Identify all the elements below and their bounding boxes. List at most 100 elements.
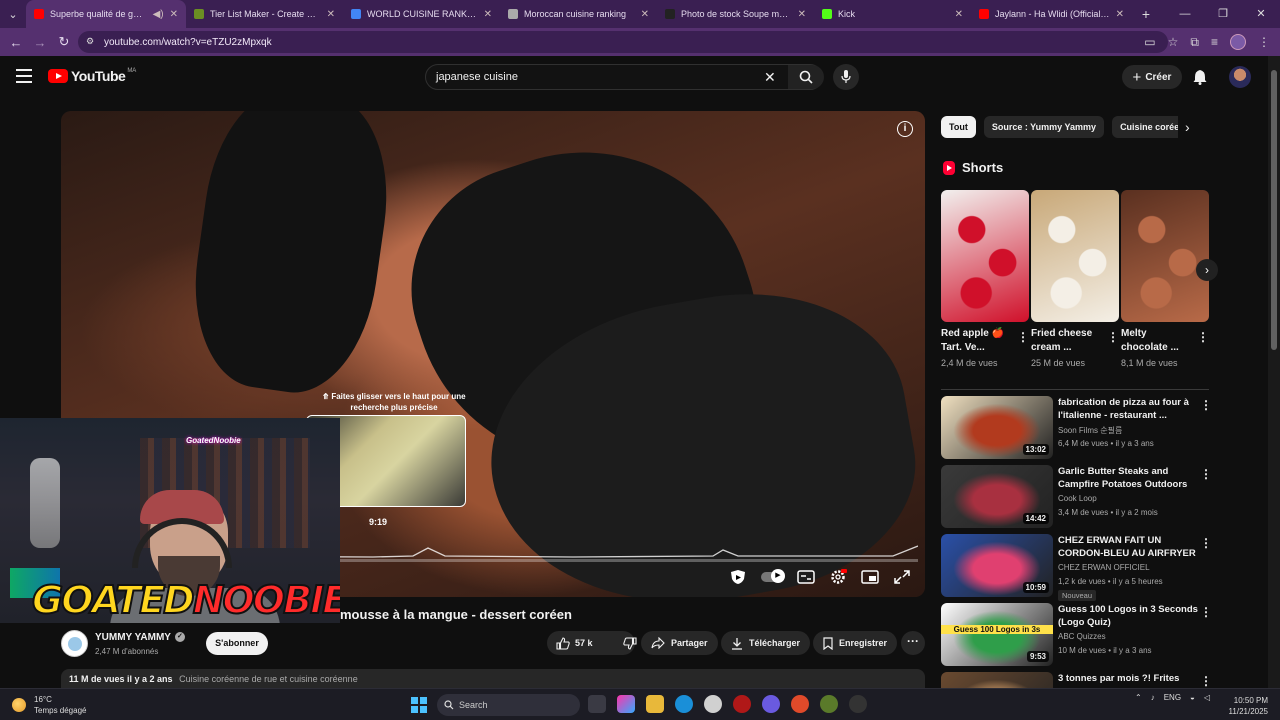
recommended-video[interactable]: 10:59 CHEZ ERWAN FAIT UN CORDON-BLEU AU A…	[941, 534, 1216, 601]
page-scrollbar[interactable]	[1268, 56, 1280, 688]
red-app-icon[interactable]	[733, 695, 751, 713]
browser-menu-icon[interactable]: ⋮	[1258, 35, 1270, 49]
volume-icon[interactable]: ◁	[1204, 693, 1210, 702]
restore-icon[interactable]: ❐	[1204, 0, 1242, 28]
mic-tray-icon[interactable]: ♪	[1151, 693, 1155, 702]
site-info-icon[interactable]: ⚙	[86, 36, 98, 48]
xbox-icon[interactable]	[820, 695, 838, 713]
chips-next-chevron-icon[interactable]: ›	[1185, 119, 1190, 135]
browser-tab[interactable]: Tier List Maker - Create a Tier L ✕	[186, 0, 343, 28]
account-avatar[interactable]	[1229, 66, 1251, 88]
tray-chevron-icon[interactable]: ⌃	[1135, 693, 1142, 702]
video-thumbnail[interactable]: 13:02	[941, 396, 1053, 459]
short-menu-icon[interactable]: ⋮	[1197, 330, 1209, 344]
video-title[interactable]: 3 tonnes par mois ?! Frites	[1058, 672, 1200, 685]
browser-tab[interactable]: WORLD CUISINE RANK - Reche ✕	[343, 0, 500, 28]
tab-close-icon[interactable]: ✕	[641, 9, 649, 20]
tab-close-icon[interactable]: ✕	[170, 9, 178, 20]
bookmark-star-icon[interactable]: ☆	[1168, 35, 1179, 49]
video-title[interactable]: fabrication de pizza au four à l'italien…	[1058, 396, 1200, 422]
cast-icon[interactable]: ▭	[1144, 35, 1155, 49]
windows-start-icon[interactable]	[411, 697, 427, 713]
short-thumbnail[interactable]	[1121, 190, 1209, 322]
video-thumbnail[interactable]: 14:42	[941, 465, 1053, 528]
weather-widget[interactable]: 16°C Temps dégagé	[12, 694, 86, 716]
recommended-video[interactable]: Guess 100 Logos in 3s 9:53 Guess 100 Logos…	[941, 603, 1216, 667]
browser-tab[interactable]: Photo de stock Soupe marocai ✕	[657, 0, 814, 28]
video-menu-icon[interactable]: ⋮	[1200, 398, 1212, 412]
video-channel[interactable]: Soon Films 순필름	[1058, 425, 1122, 436]
video-menu-icon[interactable]: ⋮	[1200, 605, 1212, 619]
edge-browser-icon[interactable]	[675, 695, 693, 713]
browser-tab[interactable]: Superbe qualité de gâteau ◀) ✕	[26, 0, 186, 28]
minimize-icon[interactable]: —	[1166, 0, 1204, 28]
info-icon[interactable]: i	[897, 121, 913, 137]
new-tab-button[interactable]: +	[1132, 6, 1160, 22]
tab-audio-icon[interactable]: ◀)	[153, 9, 164, 20]
short-menu-icon[interactable]: ⋮	[1107, 330, 1119, 344]
tab-close-icon[interactable]: ✕	[327, 9, 335, 20]
forward-arrow-icon[interactable]: →	[28, 35, 52, 50]
search-input[interactable]: japanese cuisine	[436, 71, 518, 83]
task-view-icon[interactable]	[588, 695, 606, 713]
wifi-icon[interactable]: ◒	[1190, 693, 1195, 702]
tab-search-chevron-icon[interactable]: ⌄	[0, 0, 26, 28]
browser-tab[interactable]: Moroccan cuisine ranking ✕	[500, 0, 657, 28]
channel-avatar[interactable]	[61, 630, 88, 657]
channel-name[interactable]: YUMMY YAMMY ✓	[95, 632, 185, 643]
video-thumbnail[interactable]: Guess 100 Logos in 3s 9:53	[941, 603, 1053, 666]
discord-icon[interactable]	[762, 695, 780, 713]
tab-close-icon[interactable]: ✕	[484, 9, 492, 20]
recommended-video[interactable]: 13:02 fabrication de pizza au four à l'it…	[941, 396, 1216, 460]
subtitles-icon[interactable]	[797, 569, 815, 585]
voice-search-button[interactable]	[833, 64, 859, 90]
short-card[interactable]: Fried cheese cream ... 25 M de vues ⋮	[1031, 190, 1119, 368]
video-menu-icon[interactable]: ⋮	[1200, 536, 1212, 550]
download-button[interactable]: Télécharger	[721, 631, 811, 655]
autoplay-toggle[interactable]	[761, 569, 785, 583]
recommended-video[interactable]: 14:42 Garlic Butter Steaks and Campfire P…	[941, 465, 1216, 529]
close-window-icon[interactable]: ✕	[1242, 0, 1280, 28]
short-thumbnail[interactable]	[941, 190, 1029, 322]
short-thumbnail[interactable]	[1031, 190, 1119, 322]
video-menu-icon[interactable]: ⋮	[1200, 467, 1212, 481]
taskbar-search-box[interactable]: Search	[437, 694, 580, 716]
tab-close-icon[interactable]: ✕	[955, 9, 963, 20]
scrollbar-thumb[interactable]	[1271, 70, 1277, 350]
recommended-video[interactable]: 3 tonnes par mois ?! Frites ⋮	[941, 672, 1216, 688]
description-tags[interactable]: Cuisine coréenne de rue et cuisine corée…	[179, 674, 358, 684]
video-title[interactable]: Garlic Butter Steaks and Campfire Potato…	[1058, 465, 1200, 491]
search-box[interactable]: japanese cuisine ✕	[425, 64, 824, 90]
video-thumbnail[interactable]: 10:59	[941, 534, 1053, 597]
video-thumbnail[interactable]	[941, 672, 1053, 688]
fullscreen-icon[interactable]	[893, 569, 911, 585]
short-card[interactable]: Red apple 🍎 Tart. Ve... 2,4 M de vues ⋮	[941, 190, 1029, 368]
settings-gear-icon[interactable]	[829, 569, 847, 585]
search-button[interactable]	[788, 65, 824, 89]
video-channel[interactable]: Cook Loop	[1058, 494, 1097, 503]
short-card[interactable]: Melty chocolate ... 8,1 M de vues ⋮	[1121, 190, 1209, 368]
media-controls-icon[interactable]: ≡	[1211, 35, 1218, 49]
file-explorer-icon[interactable]	[646, 695, 664, 713]
subscribe-button[interactable]: S'abonner	[206, 632, 268, 655]
extensions-icon[interactable]: ⧉	[1190, 35, 1199, 50]
share-button[interactable]: Partager	[641, 631, 718, 655]
profile-avatar[interactable]	[1230, 34, 1246, 50]
chrome-active-icon[interactable]	[791, 695, 809, 713]
short-menu-icon[interactable]: ⋮	[1017, 330, 1029, 344]
obs-icon[interactable]	[849, 695, 867, 713]
shorts-next-chevron-icon[interactable]: ›	[1196, 259, 1218, 281]
language-indicator[interactable]: ENG	[1164, 693, 1181, 702]
short-title[interactable]: Red apple 🍎 Tart. Ve...	[941, 327, 1029, 355]
filter-chip[interactable]: Tout	[941, 116, 976, 138]
browser-tab[interactable]: Kick ✕	[814, 0, 971, 28]
filter-chip[interactable]: Source : Yummy Yammy	[983, 116, 1105, 138]
miniplayer-icon[interactable]	[861, 569, 879, 585]
copilot-icon[interactable]	[617, 695, 635, 713]
taskbar-clock[interactable]: 10:50 PM 11/21/2025	[1222, 695, 1268, 717]
clear-search-icon[interactable]: ✕	[764, 69, 776, 86]
short-title[interactable]: Fried cheese cream ...	[1031, 327, 1119, 355]
chrome-browser-icon[interactable]	[704, 695, 722, 713]
video-title[interactable]: CHEZ ERWAN FAIT UN CORDON-BLEU AU AIRFRY…	[1058, 534, 1200, 560]
notifications-bell-icon[interactable]	[1193, 69, 1207, 85]
